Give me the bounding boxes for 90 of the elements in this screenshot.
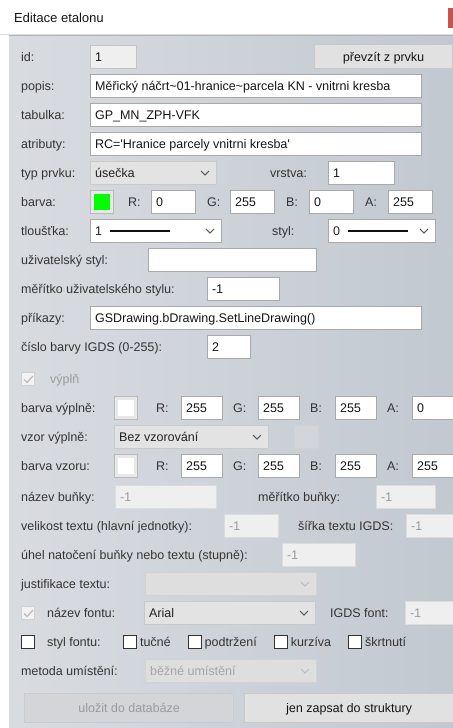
text-field[interactable]: 0	[412, 396, 453, 420]
text-field[interactable]: 255	[258, 396, 300, 420]
text-field[interactable]: RC='Hranice parcely vnitrni kresba'	[90, 132, 422, 156]
text-field[interactable]: 0	[309, 190, 354, 214]
field-label: R:	[156, 459, 170, 473]
chevron-icon	[299, 610, 309, 616]
field-label: uživatelský styl:	[21, 253, 109, 267]
checkbox-label: škrtnutí	[365, 635, 406, 649]
chevron-icon	[200, 170, 210, 176]
field-label: vrstva:	[270, 166, 308, 180]
field-label: justifikace textu:	[21, 577, 111, 591]
color-swatch[interactable]	[114, 396, 138, 420]
text-field[interactable]: 1	[90, 45, 137, 69]
field-label: B:	[286, 195, 299, 209]
chevron-icon	[300, 581, 310, 587]
text-field[interactable]: 255	[388, 190, 433, 214]
text-field[interactable]: 255	[181, 396, 223, 420]
take-over-button[interactable]: převzít z prvku	[314, 44, 453, 69]
field-label: vzor výplně:	[21, 430, 89, 444]
color-swatch[interactable]	[90, 190, 114, 214]
field-label: G:	[233, 459, 248, 473]
dropdown[interactable]: úsečka	[90, 161, 217, 185]
field-label: A:	[387, 401, 400, 415]
field-label: G:	[233, 401, 248, 415]
color-swatch[interactable]	[114, 454, 138, 478]
checkbox-label: podtržení	[204, 635, 257, 649]
field-label: R:	[156, 401, 170, 415]
field-label: metoda umístění:	[21, 664, 119, 678]
checkbox-label: kurzíva	[290, 635, 332, 649]
chevron-icon	[419, 228, 429, 234]
field-label: styl fontu:	[47, 635, 102, 649]
text-field[interactable]: -1	[207, 277, 280, 301]
field-label: popis:	[21, 79, 56, 93]
field-label: tabulka:	[21, 108, 66, 122]
text-field[interactable]: 2	[207, 335, 251, 359]
field-label: G:	[207, 195, 222, 209]
window-title: Editace etalonu	[14, 10, 104, 24]
field-label: číslo barvy IGDS (0-255):	[21, 340, 164, 354]
field-label: A:	[365, 195, 378, 209]
field-label: tloušťka:	[21, 224, 70, 238]
field-label: barva:	[21, 195, 57, 209]
text-field[interactable]: 255	[258, 454, 300, 478]
text-field[interactable]	[148, 248, 317, 272]
checkbox[interactable]	[21, 635, 35, 649]
line-sample-icon	[348, 229, 408, 233]
line-sample-icon	[110, 229, 170, 233]
field-label: A:	[387, 459, 400, 473]
field-label: měřítko uživatelského stylu:	[21, 282, 176, 296]
checkbox[interactable]	[348, 635, 362, 649]
close-button[interactable]	[448, 8, 453, 28]
field-label: příkazy:	[21, 311, 66, 325]
field-label: měřítko buňky:	[258, 490, 341, 504]
text-field[interactable]: GP_MN_ZPH-VFK	[90, 103, 422, 127]
text-field[interactable]: Měřický náčrt~01-hranice~parcela KN - vnitrni kresba	[90, 74, 422, 98]
text-field[interactable]: 255	[181, 454, 223, 478]
text-field[interactable]: 255	[335, 454, 377, 478]
field-label: R:	[128, 195, 142, 209]
field-label: id:	[21, 50, 36, 64]
checkbox[interactable]	[274, 635, 288, 649]
dropdown[interactable]: Arial	[144, 601, 316, 625]
text-field[interactable]: 1	[328, 161, 395, 185]
field-label: barva výplně:	[21, 401, 96, 415]
field-label: B:	[310, 401, 323, 415]
chevron-icon	[300, 668, 310, 674]
checkbox[interactable]	[123, 635, 137, 649]
field-label: styl:	[272, 224, 296, 238]
chevron-icon	[252, 434, 262, 440]
text-field[interactable]: 255	[230, 190, 275, 214]
field-label: B:	[310, 459, 323, 473]
field-label: velikost textu (hlavní jednotky):	[21, 519, 193, 533]
dropdown[interactable]: 1	[90, 219, 222, 243]
field-label: barva vzoru:	[21, 459, 91, 473]
dropdown[interactable]: 0	[328, 219, 436, 243]
text-field[interactable]: 255	[335, 396, 377, 420]
checkbox-label: výplň	[50, 372, 80, 386]
field-label: atributy:	[21, 137, 66, 151]
field-label: typ prvku:	[21, 166, 76, 180]
text-field[interactable]: GSDrawing.bDrawing.SetLineDrawing()	[90, 306, 422, 330]
text-field[interactable]: 0	[151, 190, 196, 214]
field-label: název buňky:	[21, 490, 96, 504]
field-label: úhel natočení buňky nebo textu (stupně):	[21, 548, 249, 562]
text-field[interactable]: 255	[412, 454, 453, 478]
field-label: název fontu:	[47, 606, 116, 620]
chevron-icon	[205, 228, 215, 234]
checkbox[interactable]	[188, 635, 202, 649]
field-label: IGDS font:	[330, 606, 390, 620]
checkbox-label: tučné	[140, 635, 171, 649]
dropdown[interactable]: Bez vzorování	[114, 425, 269, 449]
action-button[interactable]: jen zapsat do struktury	[244, 693, 453, 723]
field-label: šířka textu IGDS:	[298, 519, 394, 533]
